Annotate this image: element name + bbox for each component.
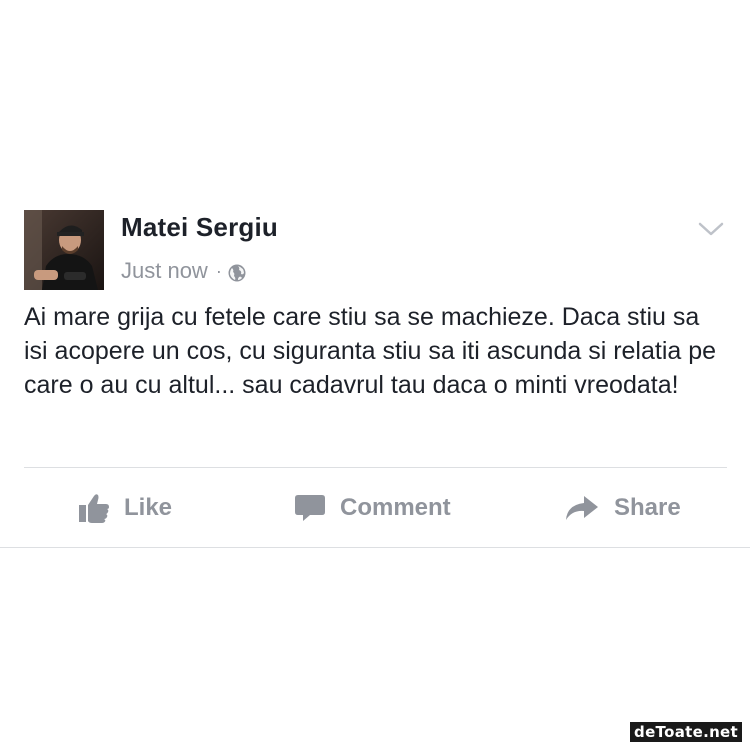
- comment-button[interactable]: Comment: [294, 470, 451, 546]
- chevron-down-icon[interactable]: [698, 220, 724, 238]
- facebook-post-screenshot: Matei Sergiu Just now · Ai mare grija cu…: [0, 0, 750, 750]
- post-bottom-border: [0, 547, 750, 548]
- post-actions-bar: Like Comment Share: [0, 470, 750, 546]
- globe-icon[interactable]: [228, 262, 246, 282]
- timestamp[interactable]: Just now: [121, 258, 208, 284]
- share-arrow-icon: [566, 496, 598, 520]
- like-label: Like: [124, 494, 173, 521]
- post-meta: Just now ·: [121, 258, 246, 284]
- post-text: Ai mare grija cu fetele care stiu sa se …: [24, 303, 717, 399]
- avatar[interactable]: [24, 210, 104, 290]
- comment-icon: [295, 495, 325, 521]
- post-header: Matei Sergiu Just now ·: [0, 190, 750, 290]
- share-button[interactable]: Share: [564, 470, 681, 546]
- watermark: deToate.net: [630, 722, 742, 742]
- actions-divider: [24, 467, 727, 468]
- meta-separator: ·: [215, 260, 222, 281]
- comment-label: Comment: [340, 494, 451, 521]
- like-button[interactable]: Like: [78, 470, 172, 546]
- author-name[interactable]: Matei Sergiu: [121, 212, 278, 243]
- thumbs-up-icon: [79, 494, 109, 523]
- post-card: Matei Sergiu Just now · Ai mare grija cu…: [0, 190, 750, 523]
- share-label: Share: [614, 494, 681, 521]
- avatar-photo: [24, 210, 104, 290]
